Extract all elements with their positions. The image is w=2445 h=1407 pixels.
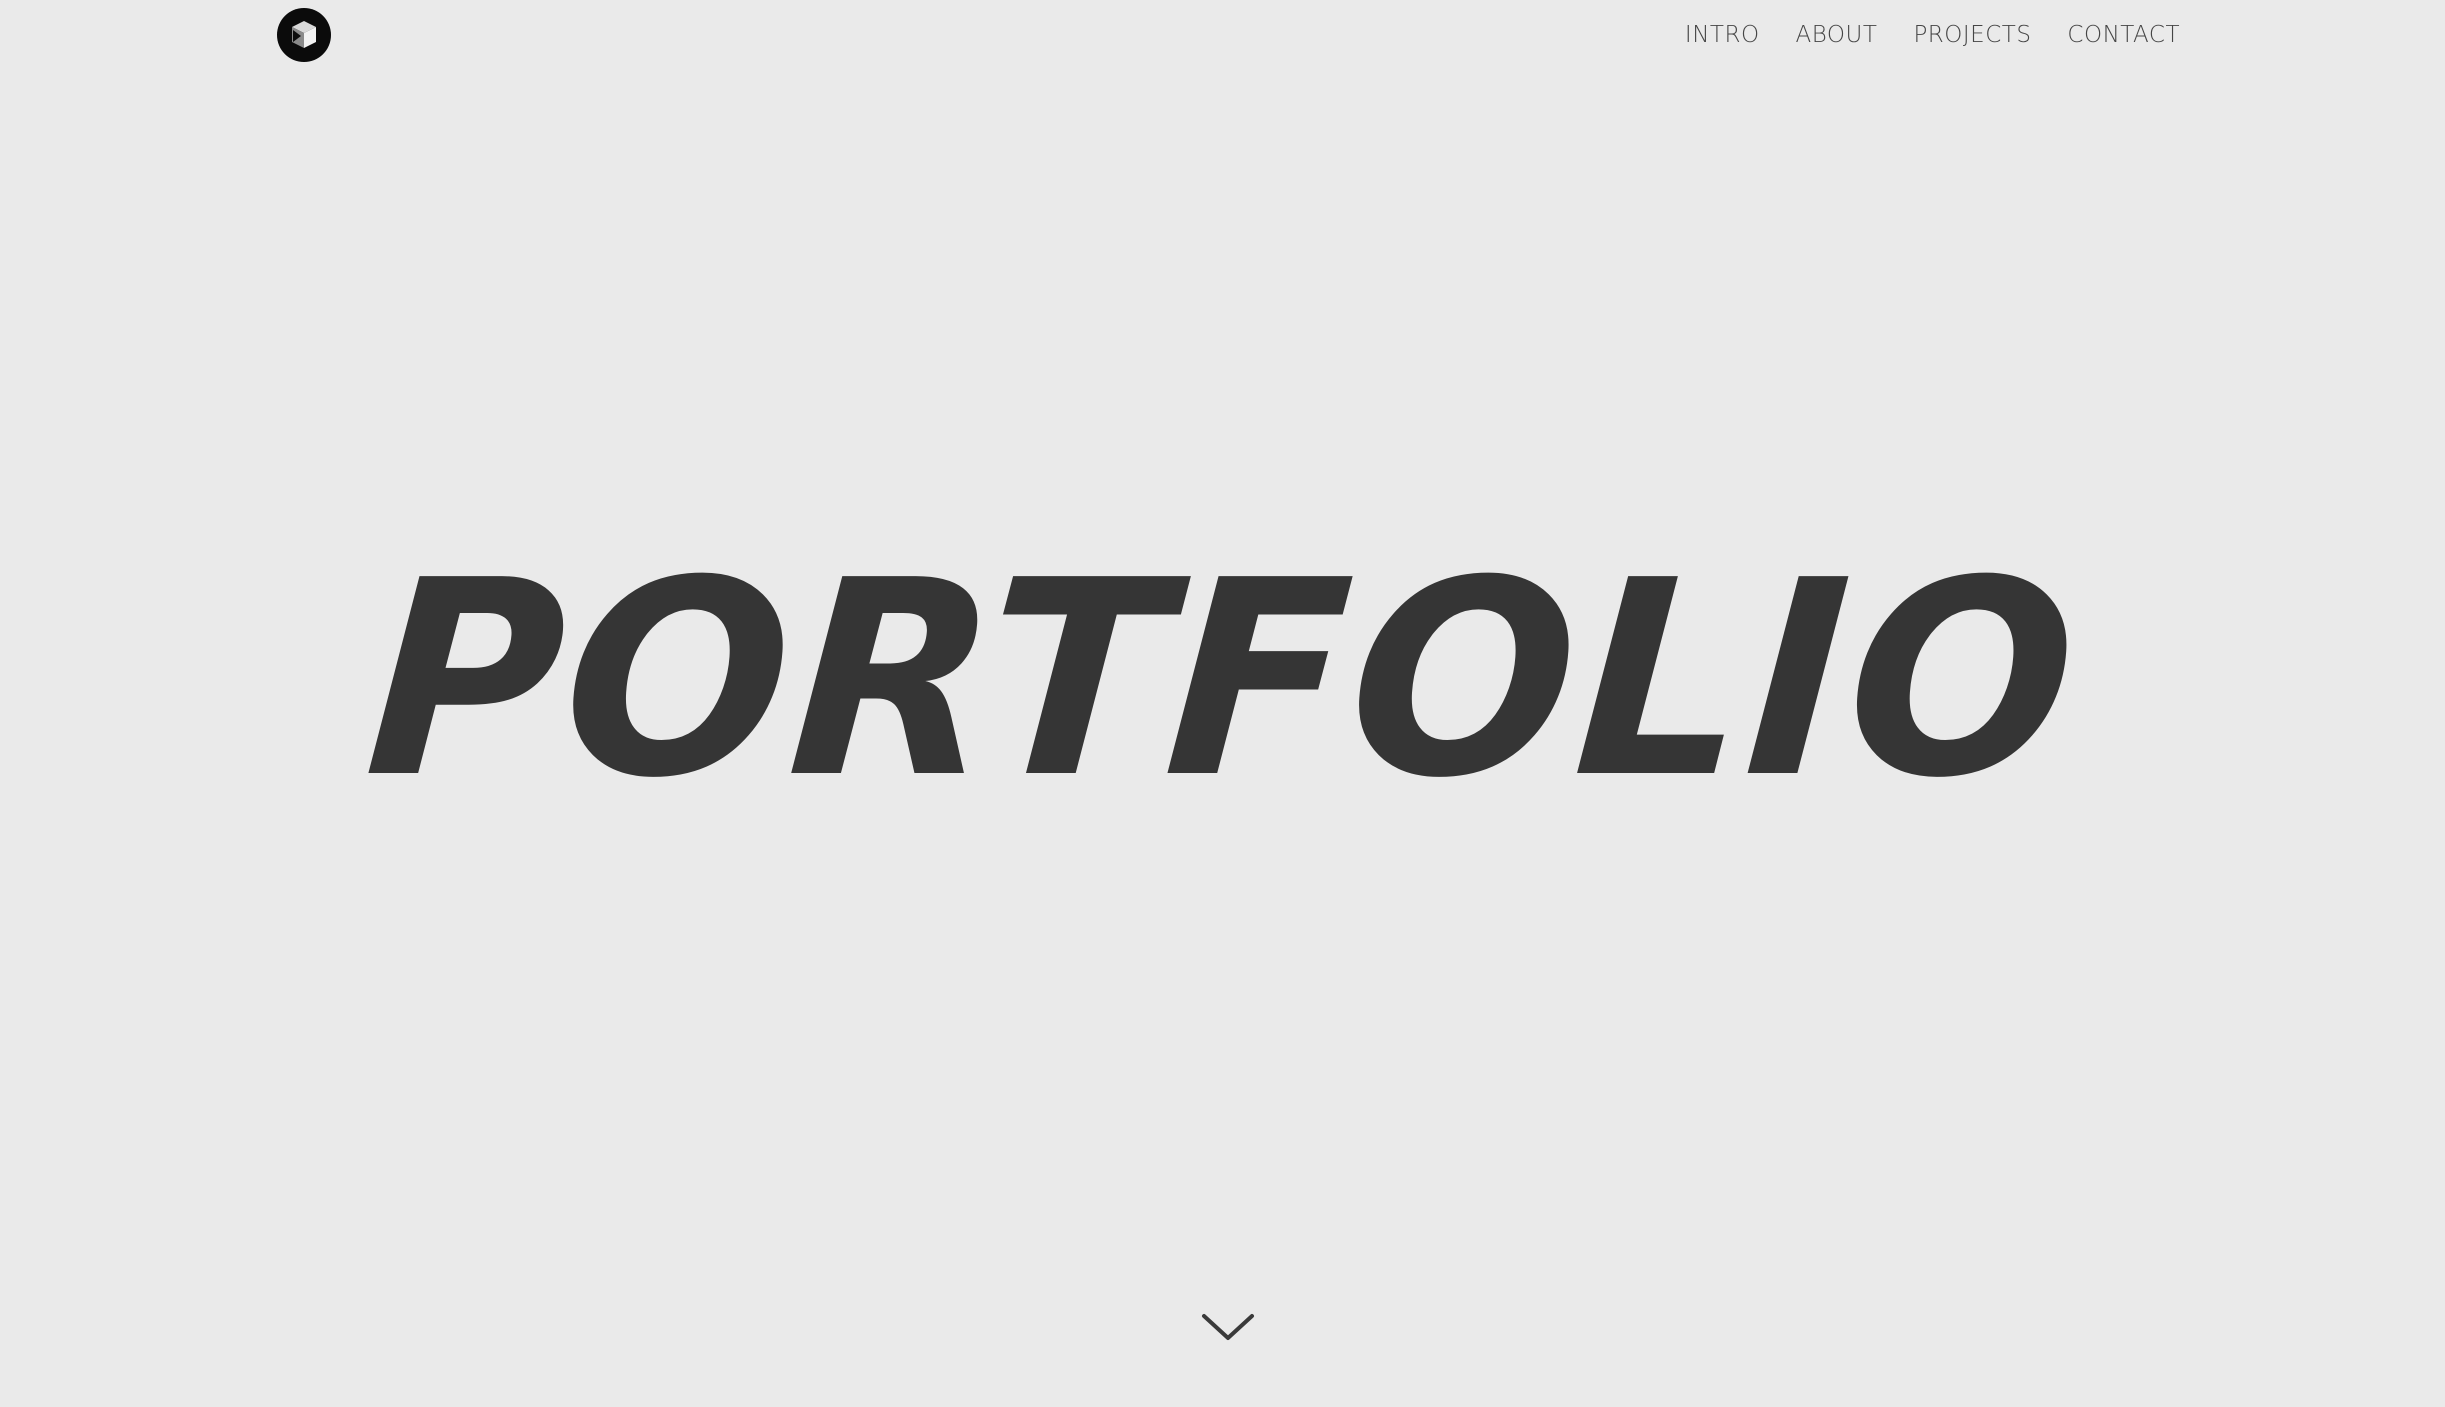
hero-section: PORTFOLIO [0,0,2445,1407]
scroll-down-button[interactable] [1198,1308,1258,1348]
hero-title: PORTFOLIO [358,522,2087,837]
chevron-down-icon [1202,1314,1254,1340]
